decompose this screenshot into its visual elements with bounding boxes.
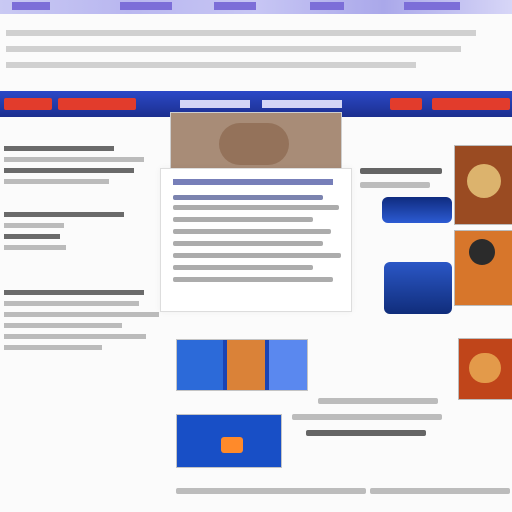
left-item[interactable] — [4, 157, 144, 162]
media-strip[interactable] — [176, 339, 308, 391]
left-item[interactable] — [4, 234, 60, 239]
hero-line — [173, 217, 313, 222]
right-caption-line[interactable] — [360, 168, 442, 174]
top-strip-segment — [404, 2, 460, 10]
top-strip — [0, 0, 512, 14]
hero-line — [173, 265, 313, 270]
left-item[interactable] — [4, 146, 114, 151]
media-thumb[interactable] — [382, 197, 452, 223]
left-item[interactable] — [4, 301, 139, 306]
left-item[interactable] — [4, 323, 122, 328]
hero-face-icon — [219, 123, 289, 165]
boat-icon — [221, 437, 243, 453]
photo-thumb[interactable] — [454, 145, 512, 225]
media-strip-panel — [177, 340, 223, 390]
left-item[interactable] — [4, 345, 102, 350]
hero-line — [173, 195, 323, 200]
left-item[interactable] — [4, 334, 146, 339]
right-caption-line — [360, 182, 430, 188]
left-item[interactable] — [4, 312, 159, 317]
bottom-line — [176, 488, 366, 494]
left-item[interactable] — [4, 245, 66, 250]
left-item[interactable] — [4, 179, 109, 184]
object-icon — [469, 353, 501, 383]
left-item[interactable] — [4, 212, 124, 217]
nav-cta-right[interactable] — [390, 98, 422, 110]
nav-logo-second[interactable] — [58, 98, 136, 110]
header-line — [6, 30, 476, 36]
person-icon — [469, 239, 495, 265]
nav-link[interactable] — [262, 100, 342, 108]
hero-line — [173, 205, 339, 210]
photo-thumb[interactable] — [458, 338, 512, 400]
nav-logo-left[interactable] — [4, 98, 52, 110]
media-thumb[interactable] — [384, 262, 452, 314]
left-item[interactable] — [4, 223, 64, 228]
left-item[interactable] — [4, 290, 144, 295]
left-item[interactable] — [4, 168, 134, 173]
nav-cta-right-2[interactable] — [432, 98, 510, 110]
hero-line — [173, 229, 331, 234]
photo-thumb[interactable] — [454, 230, 512, 306]
mid-caption-line — [318, 398, 438, 404]
header-line — [6, 62, 416, 68]
media-strip-panel — [269, 340, 307, 390]
media-strip-panel — [227, 340, 265, 390]
nav-link[interactable] — [180, 100, 250, 108]
hero-line — [173, 277, 333, 282]
header-line — [6, 46, 461, 52]
hero-image[interactable] — [170, 112, 342, 176]
top-strip-segment — [310, 2, 344, 10]
dog-icon — [467, 164, 501, 198]
bottom-line — [370, 488, 510, 494]
header-text — [6, 30, 496, 80]
top-strip-segment — [214, 2, 256, 10]
hero-card[interactable] — [160, 168, 352, 312]
hero-title-line[interactable] — [173, 179, 333, 185]
mid-caption-line[interactable] — [306, 430, 426, 436]
top-strip-segment — [120, 2, 172, 10]
left-column — [4, 140, 159, 500]
mid-caption-line — [292, 414, 442, 420]
top-strip-segment — [12, 2, 50, 10]
hero-line — [173, 253, 341, 258]
media-strip[interactable] — [176, 414, 282, 468]
hero-line — [173, 241, 323, 246]
